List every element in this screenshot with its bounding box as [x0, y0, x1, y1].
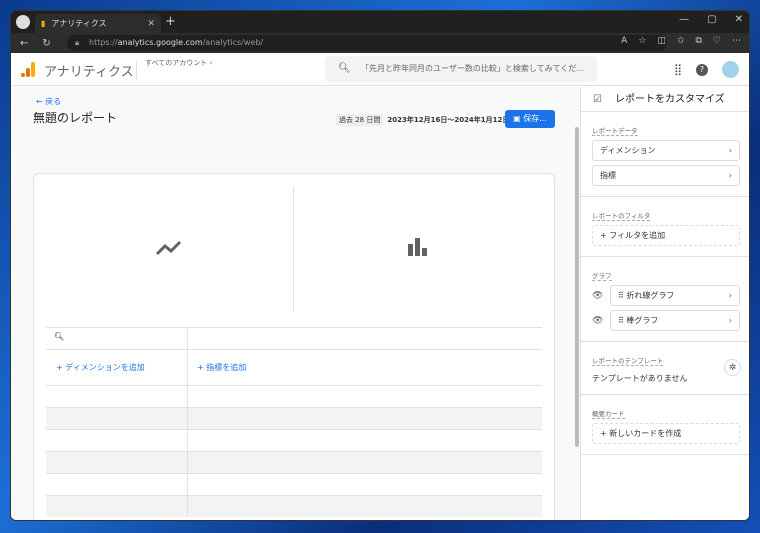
scrollbar[interactable]: [575, 127, 579, 447]
search-icon: 🔍︎: [54, 332, 65, 341]
add-dimension-label: ディメンションを追加: [65, 363, 145, 372]
date-range: 2023年12月16日～2024年1月12日: [387, 116, 510, 124]
line-chart-icon: [156, 240, 182, 256]
report-area: ← 戻る 無題のレポート 過去 28 日間 2023年12月16日～2024年1月…: [11, 87, 579, 520]
report-table: 🔍︎ + ディメンションを追加 + 指標を追加: [46, 327, 542, 517]
metric-button[interactable]: 指標 ›: [592, 165, 740, 186]
new-card-button[interactable]: + 新しいカードを作成: [592, 423, 740, 444]
app-title: アナリティクス: [44, 65, 134, 80]
line-graph-button[interactable]: ⠿ 折れ線グラフ ›: [610, 285, 740, 306]
collections-icon[interactable]: ⧉: [695, 36, 701, 46]
browser-window: ▮ アナリティクス ✕ + — ▢ ✕ ← ↻ 🔒︎ https://analytic…: [10, 10, 750, 521]
help-icon[interactable]: ?: [696, 63, 708, 76]
metric-label: 指標: [600, 171, 616, 180]
add-metric-label: 指標を追加: [206, 363, 247, 372]
save-button[interactable]: ▣ 保存...: [505, 110, 555, 128]
search-placeholder: 「先月と昨年同月のユーザー数の比較」と検索してみてくだ...: [361, 64, 584, 73]
url-prefix: https://: [89, 38, 118, 47]
account-label: すべてのアカウント: [145, 59, 208, 67]
read-aloud-icon[interactable]: A: [621, 36, 627, 46]
avatar[interactable]: [722, 61, 739, 78]
reload-icon[interactable]: ↻: [42, 38, 50, 49]
page-title: 無題のレポート: [33, 111, 118, 125]
back-icon[interactable]: ←: [20, 38, 28, 49]
add-metric-button[interactable]: + 指標を追加: [197, 362, 246, 373]
customize-panel: ☑ レポートをカスタマイズ レポートデータ ディメンション › 指標 › レポートのフ…: [580, 87, 749, 520]
minimize-icon[interactable]: —: [679, 14, 689, 25]
new-card-label: 新しいカードを作成: [609, 429, 682, 438]
line-graph-label: 折れ線グラフ: [626, 291, 675, 300]
dimension-button[interactable]: ディメンション ›: [592, 140, 740, 161]
edit-report-icon: ☑: [593, 94, 602, 105]
address-bar-row: ← ↻ 🔒︎ https://analytics.google.com/analy…: [11, 33, 749, 53]
extensions-icon[interactable]: ♡: [713, 36, 721, 46]
table-row: [46, 385, 542, 407]
chevron-right-icon: ›: [728, 291, 732, 300]
summary-card-label: 概要カード: [592, 410, 625, 419]
url-host: analytics.google.com: [117, 38, 203, 47]
save-icon: ▣: [513, 114, 521, 123]
tab-analytics[interactable]: ▮ アナリティクス ✕: [35, 14, 161, 33]
graph-label: グラフ: [592, 272, 612, 281]
eye-icon[interactable]: 👁︎: [592, 316, 606, 326]
period-badge: 過去 28 日間: [336, 114, 384, 126]
table-search-row[interactable]: 🔍︎: [46, 327, 542, 349]
analytics-logo-icon: [21, 62, 35, 77]
back-label: 戻る: [45, 97, 62, 106]
line-chart-placeholder: [34, 186, 294, 311]
table-row: [46, 495, 542, 517]
add-filter-label: フィルタを追加: [609, 231, 666, 240]
apps-grid-icon[interactable]: ⣿: [674, 63, 682, 76]
template-label: レポートのテンプレート: [592, 357, 664, 366]
bar-graph-button[interactable]: ⠿ 棒グラフ ›: [610, 310, 740, 331]
drag-handle-icon[interactable]: ⠿: [618, 316, 624, 325]
table-row: [46, 473, 542, 495]
eye-icon[interactable]: 👁︎: [592, 291, 606, 301]
table-row: [46, 407, 542, 429]
chevron-right-icon: ›: [728, 171, 732, 180]
drag-handle-icon[interactable]: ⠿: [618, 291, 624, 300]
split-screen-icon[interactable]: ◫: [657, 36, 666, 46]
analytics-favicon-icon: ▮: [41, 19, 46, 28]
favorite-icon[interactable]: ☆: [638, 36, 646, 46]
back-link[interactable]: ← 戻る: [36, 96, 61, 107]
favorites-icon[interactable]: ✩: [677, 36, 685, 46]
maximize-icon[interactable]: ▢: [707, 14, 716, 25]
lock-icon: 🔒︎: [75, 38, 80, 47]
url-input[interactable]: 🔒︎ https://analytics.google.com/analytics…: [67, 35, 667, 51]
date-range-selector[interactable]: 過去 28 日間 2023年12月16日～2024年1月12日: [336, 114, 510, 126]
report-data-label: レポートデータ: [592, 127, 638, 136]
tab-title: アナリティクス: [51, 19, 107, 28]
search-input[interactable]: 🔍︎ 「先月と昨年同月のユーザー数の比較」と検索してみてくだ...: [325, 56, 597, 82]
no-template-text: テンプレートがありません: [592, 374, 688, 383]
dimension-label: ディメンション: [600, 146, 656, 155]
close-window-icon[interactable]: ✕: [735, 14, 743, 25]
add-dimension-button[interactable]: + ディメンションを追加: [56, 362, 145, 373]
bar-chart-icon: [408, 238, 427, 256]
panel-title: レポートをカスタマイズ: [615, 94, 725, 105]
chevron-right-icon: ›: [728, 316, 732, 325]
new-tab-icon[interactable]: +: [165, 14, 176, 29]
profile-icon[interactable]: [16, 15, 30, 29]
table-row: [46, 451, 542, 473]
bar-graph-label: 棒グラフ: [626, 316, 659, 325]
filter-label: レポートのフィルタ: [592, 212, 651, 221]
close-tab-icon[interactable]: ✕: [147, 19, 155, 29]
table-row: [46, 429, 542, 451]
ga-header: アナリティクス すべてのアカウント › 🔍︎ 「先月と昨年同月のユーザー数の比較」…: [11, 53, 749, 86]
tab-bar: ▮ アナリティクス ✕ + — ▢ ✕: [11, 11, 749, 33]
more-icon[interactable]: ⋯: [732, 36, 741, 46]
report-card: 🔍︎ + ディメンションを追加 + 指標を追加: [33, 173, 555, 520]
search-icon: 🔍︎: [338, 63, 351, 74]
save-label: 保存...: [523, 114, 547, 123]
account-selector[interactable]: すべてのアカウント ›: [145, 58, 212, 68]
template-settings-icon[interactable]: ✲: [724, 359, 741, 376]
bar-chart-placeholder: [295, 186, 555, 311]
add-filter-button[interactable]: + フィルタを追加: [592, 225, 740, 246]
url-path: /analytics/web/: [202, 38, 264, 47]
chevron-right-icon: ›: [728, 146, 732, 155]
